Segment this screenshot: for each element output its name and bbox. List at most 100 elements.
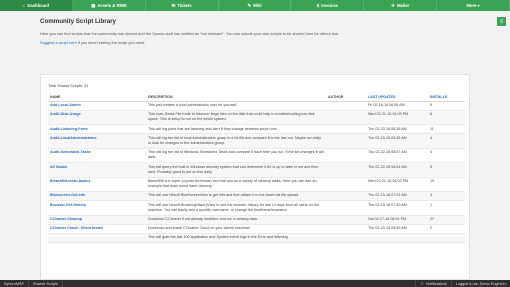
cell-updated: Wed 02-21-18 04:02 PM bbox=[366, 177, 428, 192]
cell-installs: 3 bbox=[428, 191, 465, 202]
cell-author bbox=[326, 148, 366, 164]
menu-toggle-button[interactable]: ≡ bbox=[497, 17, 506, 26]
suggest-script-link[interactable]: Suggest a script here bbox=[40, 40, 77, 45]
mailer-icon: ✈ bbox=[391, 2, 396, 8]
cell-desc: This will grab the last 100 application … bbox=[146, 233, 326, 244]
column-header-installs[interactable]: INSTALLS bbox=[428, 93, 465, 102]
nav-assets-rmm[interactable]: ▣ Assets & RMM bbox=[73, 0, 146, 11]
nav-mailer[interactable]: ✈ Mailer bbox=[364, 0, 438, 11]
table-header-row: NAME DESCRIPTION AUTHOR LAST UPDATED INSTALL… bbox=[48, 93, 465, 102]
table-row: CCleaner-Cleanup Download CCleaner if not… bbox=[48, 215, 465, 225]
cell-updated: Sat 02-17-18 06:01 PM bbox=[366, 215, 428, 225]
cell-author bbox=[326, 162, 366, 178]
tickets-icon: ✉ bbox=[171, 2, 176, 8]
table-row: AV Status This will query the built in Wi… bbox=[48, 162, 465, 178]
column-header-name[interactable]: NAME bbox=[48, 93, 146, 102]
cell-name[interactable]: Audit-Listening-Ports bbox=[48, 124, 146, 135]
cell-name[interactable]: Bluescreen-Get-Info bbox=[48, 191, 146, 202]
cell-installs: 1 bbox=[428, 200, 465, 216]
suggest-text: Suggest a script here if you aren't seei… bbox=[40, 40, 146, 46]
cell-desc: BleachBit is a super popular technician … bbox=[146, 177, 326, 192]
table-row: Audit-Scheduled-Tasks This will log the l… bbox=[48, 148, 465, 164]
cell-updated: Wed 02-21-18 04:03 PM bbox=[366, 110, 428, 126]
cell-desc: This uses Swiss File Knife to discover l… bbox=[146, 110, 326, 126]
cell-name[interactable]: Browser-Get-History bbox=[48, 200, 146, 216]
shared-scripts-link[interactable]: Shared Scripts bbox=[29, 280, 63, 287]
cell-desc: This will use Nirsoft BrowsingHistoryVie… bbox=[146, 200, 326, 216]
cell-author bbox=[326, 124, 366, 135]
cell-author bbox=[326, 101, 366, 111]
nav-wiki[interactable]: ✎ Wiki bbox=[219, 0, 292, 11]
cell-author bbox=[326, 133, 366, 149]
brand-link[interactable]: SyncroMSP bbox=[0, 280, 30, 287]
table-row: CCleaner Cloud - Silent Install Download … bbox=[48, 224, 465, 234]
cell-author bbox=[326, 233, 366, 244]
cell-updated: Thu 02-15-18 07:30 AM bbox=[366, 200, 428, 216]
column-header-last-updated[interactable]: LAST UPDATED bbox=[366, 93, 428, 102]
nav-dashboard[interactable]: ⌂ Dashboard bbox=[0, 0, 73, 11]
notifications-button[interactable]: ⚐ Notifications bbox=[415, 280, 450, 287]
cell-installs: 4 bbox=[428, 148, 465, 164]
page-title: Community Script Library bbox=[40, 18, 116, 25]
total-shared-scripts: Total Shared Scripts: 41 bbox=[48, 84, 89, 88]
cell-name[interactable]: Audit-Scheduled-Tasks bbox=[48, 148, 146, 164]
column-header-author[interactable]: AUTHOR bbox=[326, 93, 366, 102]
cell-desc: This will query the built in Windows sec… bbox=[146, 162, 326, 178]
nav-more[interactable]: More ▾ bbox=[437, 0, 510, 11]
cell-updated: Thu 02-15-18 07:01 AM bbox=[366, 191, 428, 202]
assets-icon: ▣ bbox=[91, 2, 96, 8]
cell-desc: This just creates a local administrator … bbox=[146, 101, 326, 111]
cell-desc: This will log the list of Windows Schedu… bbox=[146, 148, 326, 164]
nav-tickets[interactable]: ✉ Tickets bbox=[146, 0, 219, 11]
bottom-bar: SyncroMSP Shared Scripts ⚐ Notifications … bbox=[0, 280, 510, 287]
cell-installs: 2 bbox=[428, 224, 465, 234]
top-navigation: ⌂ Dashboard ▣ Assets & RMM ✉ Tickets ✎ Wiki $ Inv… bbox=[0, 0, 510, 11]
cell-installs bbox=[428, 233, 465, 244]
page-header: Community Script Library Here you can fi… bbox=[40, 18, 470, 45]
cell-updated: Thu 02-22-18 08:57 AM bbox=[366, 148, 428, 164]
cell-author bbox=[326, 200, 366, 216]
table-row: Browser-Get-History This will use Nirsoft… bbox=[48, 200, 465, 216]
cell-author bbox=[326, 191, 366, 202]
cell-author bbox=[326, 215, 366, 225]
cell-name[interactable]: Audit-LocalAdministrators bbox=[48, 133, 146, 149]
cell-desc: This will log the list of local Administ… bbox=[146, 133, 326, 149]
home-icon: ⌂ bbox=[22, 3, 26, 8]
cell-installs: 5 bbox=[428, 162, 465, 178]
nav-label: Mailer bbox=[397, 3, 410, 8]
nav-label: Tickets bbox=[177, 3, 192, 8]
table-row: BleachBit-clean-basics BleachBit is a sup… bbox=[48, 177, 465, 192]
nav-label: Assets & RMM bbox=[97, 3, 127, 8]
table-row: Audit-Listening-Ports This will log ports… bbox=[48, 124, 465, 135]
cell-installs: 19 bbox=[428, 177, 465, 192]
cell-updated: Thu 02-22-18 08:35 AM bbox=[366, 124, 428, 135]
cell-desc: Download CCleaner if not already install… bbox=[146, 215, 326, 225]
invoices-icon: $ bbox=[316, 3, 320, 8]
column-header-description[interactable]: DESCRIPTION bbox=[146, 93, 326, 102]
table-row: This will grab the last 100 application … bbox=[48, 233, 465, 244]
cell-updated bbox=[366, 233, 428, 244]
cell-desc: This will log ports that are listening a… bbox=[146, 124, 326, 135]
cell-desc: This will use Nirsoft BlueScreenView to … bbox=[146, 191, 326, 202]
table-row: Audit-LocalAdministrators This will log t… bbox=[48, 133, 465, 149]
nav-label: Dashboard bbox=[27, 3, 50, 8]
cell-desc: Download and install CCleaner Cloud on y… bbox=[146, 224, 326, 234]
cell-updated: Thu 02-22-18 08:54 AM bbox=[366, 162, 428, 178]
cell-name[interactable]: AV Status bbox=[48, 162, 146, 178]
cell-name[interactable]: Add-Local-Admin bbox=[48, 101, 146, 111]
cell-name[interactable]: BleachBit-clean-basics bbox=[48, 177, 146, 192]
cell-name[interactable]: CCleaner-Cleanup bbox=[48, 215, 146, 225]
cell-installs: 4 bbox=[428, 133, 465, 149]
scripts-table: NAME DESCRIPTION AUTHOR LAST UPDATED INSTALL… bbox=[48, 93, 465, 244]
table-row: Add-Local-Admin This just creates a local… bbox=[48, 101, 465, 111]
cell-name[interactable] bbox=[48, 233, 146, 244]
user-menu[interactable]: Logged in as: Demo Engineer bbox=[450, 280, 510, 287]
nav-invoices[interactable]: $ Invoices bbox=[291, 0, 365, 11]
intro-text: Here you can find scripts that the commu… bbox=[40, 31, 339, 36]
cell-name[interactable]: Audit-Disk-Usage bbox=[48, 110, 146, 126]
table-row: Audit-Disk-Usage This uses Swiss File Kni… bbox=[48, 110, 465, 126]
nav-label: Invoices bbox=[321, 3, 338, 8]
cell-installs: 27 bbox=[428, 215, 465, 225]
cell-installs: 6 bbox=[428, 110, 465, 126]
cell-name[interactable]: CCleaner Cloud - Silent Install bbox=[48, 224, 146, 234]
